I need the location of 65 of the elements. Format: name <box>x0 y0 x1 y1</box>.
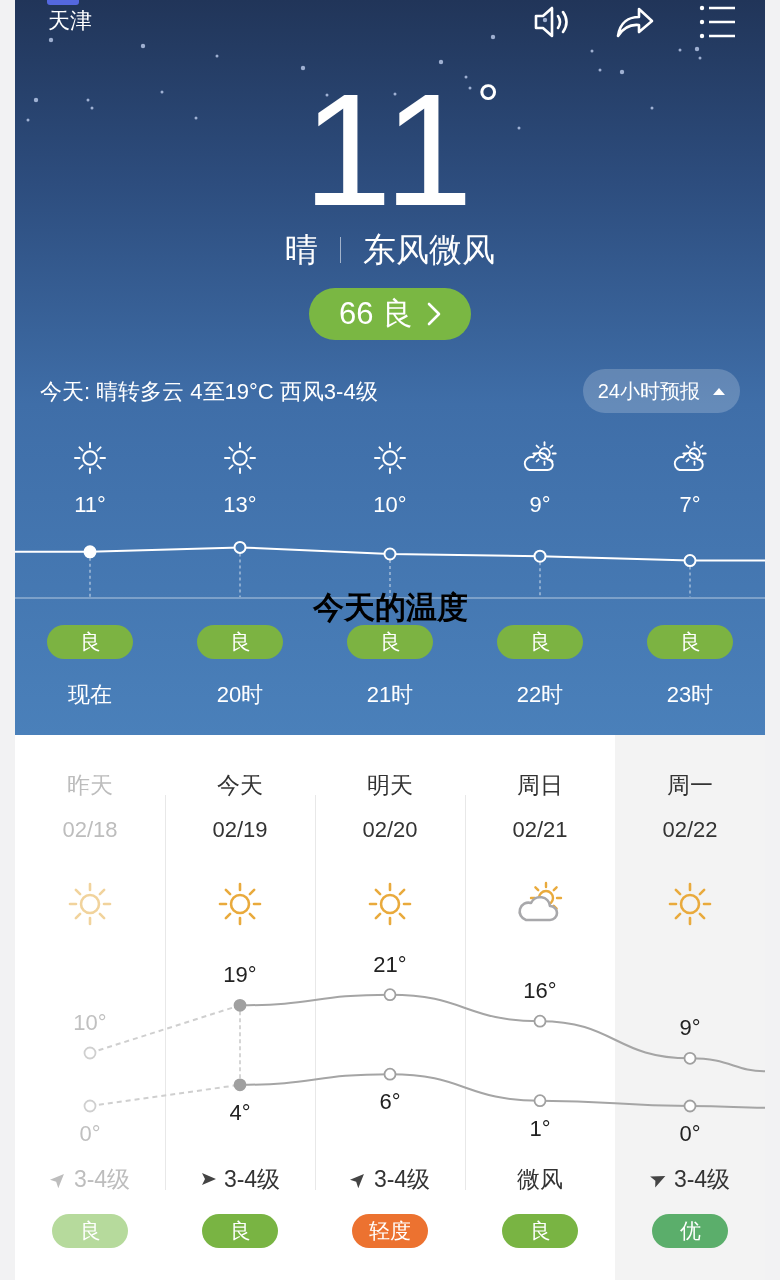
wind-level: 3-4级 <box>223 1165 281 1194</box>
chevron-right-icon <box>427 302 442 326</box>
forecast-toggle-button[interactable]: 24小时预报 <box>582 369 740 413</box>
air-quality-badge: 良 <box>647 625 733 659</box>
degree-sign: ° <box>477 76 504 132</box>
high-temperature: 10° <box>73 1010 107 1036</box>
sun-icon <box>66 880 114 928</box>
hour-label: 现在 <box>68 681 112 709</box>
day-label: 今天 <box>217 772 263 798</box>
low-temperature: 0° <box>79 1121 101 1147</box>
low-temperature: 1° <box>529 1115 551 1142</box>
day-label: 周一 <box>667 772 713 798</box>
date-label: 02/21 <box>512 817 568 842</box>
air-quality-badge: 良 <box>52 1214 128 1248</box>
hour-label: 22时 <box>516 681 564 709</box>
low-temperature: 4° <box>229 1099 251 1126</box>
day-label: 明天 <box>367 772 413 798</box>
wind-level: 3-4级 <box>673 1165 731 1194</box>
date-label: 02/18 <box>62 817 118 842</box>
wind-info: 东风微风 <box>363 230 495 271</box>
hourly-temperature: 10° <box>373 491 407 519</box>
hourly-temperature: 13° <box>223 491 257 519</box>
wind-level: 微风 <box>517 1165 563 1194</box>
city-name: 天津 <box>48 7 92 35</box>
sun-icon <box>72 440 108 476</box>
high-temperature: 16° <box>523 978 557 1005</box>
hour-label: 20时 <box>216 681 264 709</box>
sun-icon <box>216 880 264 928</box>
low-temperature: 0° <box>679 1121 701 1147</box>
sun-icon <box>222 440 258 476</box>
date-label: 02/19 <box>212 817 268 842</box>
date-label: 02/20 <box>362 817 418 842</box>
day-label: 周日 <box>517 772 563 798</box>
date-label: 02/22 <box>662 817 718 842</box>
day-label: 昨天 <box>67 772 113 798</box>
hourly-temperature: 11° <box>74 491 106 519</box>
sun-icon <box>372 440 408 476</box>
wind-level: 3-4级 <box>73 1165 131 1194</box>
high-temperature: 19° <box>223 962 257 989</box>
air-quality-badge: 良 <box>197 625 283 659</box>
hourly-temperature: 9° <box>529 491 551 519</box>
wind-arrow-icon <box>199 1170 218 1188</box>
sun-icon <box>666 880 714 928</box>
air-quality-badge: 良 <box>202 1214 278 1248</box>
page-indicator <box>47 0 79 5</box>
high-temperature: 9° <box>679 1015 701 1042</box>
air-quality-badge: 优 <box>652 1214 728 1248</box>
air-quality-badge: 轻度 <box>352 1214 428 1248</box>
today-marker-line <box>239 1010 241 1080</box>
speaker-icon[interactable] <box>533 4 571 40</box>
wind-level: 3-4级 <box>373 1165 431 1194</box>
air-quality-badge: 良 <box>347 625 433 659</box>
high-temperature: 21° <box>373 951 407 978</box>
low-temperature: 6° <box>379 1089 401 1116</box>
hour-label: 23时 <box>666 681 714 709</box>
air-quality-badge: 良 <box>497 625 583 659</box>
hourly-temperature: 7° <box>679 491 701 519</box>
sun-icon <box>366 880 414 928</box>
air-quality-badge: 良 <box>47 625 133 659</box>
overlay-caption: 今天的温度 <box>312 590 468 625</box>
air-quality-badge: 良 <box>502 1214 578 1248</box>
today-summary: 今天: 晴转多云 4至19°C 西风3-4级 <box>40 377 378 406</box>
menu-icon[interactable] <box>699 4 737 40</box>
air-quality-button[interactable]: 66 良 <box>309 288 471 340</box>
hour-label: 21时 <box>366 681 414 709</box>
